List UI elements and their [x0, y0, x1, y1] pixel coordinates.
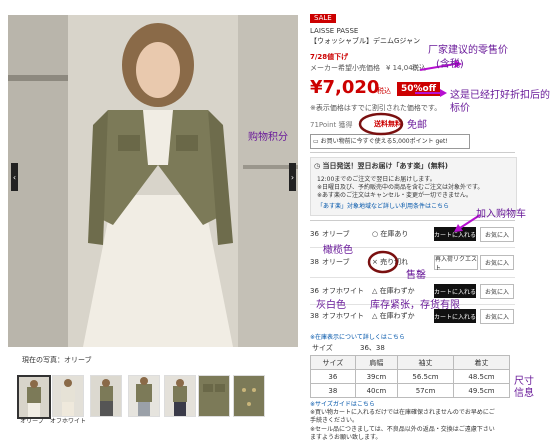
annotation-overlay: [358, 60, 481, 274]
annotation-retail-price: 厂家建议的零售价: [428, 45, 508, 56]
annotation-low-stock: 库存紧张，存货有限: [370, 300, 460, 311]
annotation-free-shipping: 免邮: [407, 120, 427, 131]
annotation-sold-out: 售罄: [406, 270, 426, 281]
annotation-discount-price-sub: 标价: [450, 103, 470, 114]
sold-out-circle: [367, 250, 399, 274]
free-shipping-circle: [358, 112, 404, 136]
annotation-add-to-cart: 加入购物车: [476, 209, 526, 220]
annotation-retail-price-sub: (含税): [436, 59, 464, 70]
annotation-points: 购物积分: [248, 132, 288, 143]
annotation-size-info-2: 信息: [514, 388, 534, 399]
annotation-off-white: 灰白色: [316, 300, 346, 311]
annotation-olive: 橄榄色: [323, 245, 353, 256]
